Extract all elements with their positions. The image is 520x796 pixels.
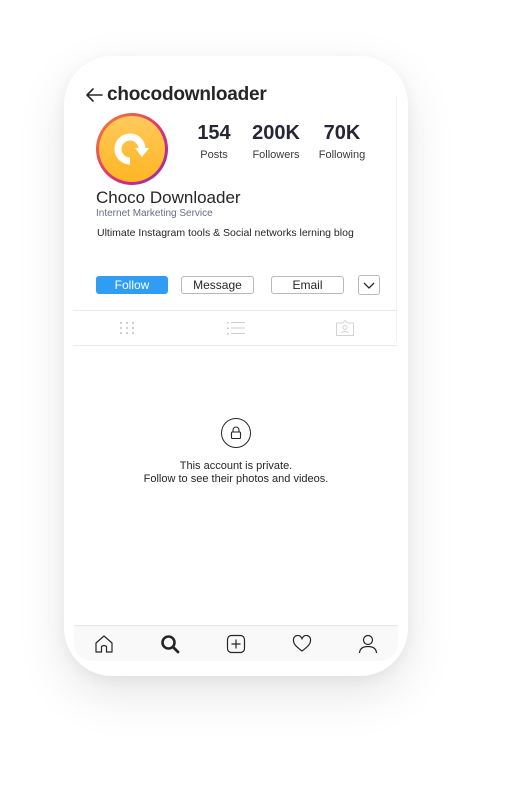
stat-posts[interactable]: 154 Posts — [182, 121, 246, 161]
chevron-down-icon — [363, 282, 375, 289]
profile-bio: Ultimate Instagram tools & Social networ… — [97, 227, 354, 239]
screen-edge — [396, 96, 397, 341]
tab-list[interactable] — [226, 319, 246, 337]
phone-frame: chocodownloader 154 Posts 200K Followers… — [64, 56, 408, 676]
search-icon — [161, 635, 180, 654]
list-icon — [227, 322, 245, 335]
following-count: 70K — [323, 122, 361, 144]
email-button[interactable]: Email — [271, 276, 344, 294]
following-label: Following — [318, 149, 366, 161]
profile-category: Internet Marketing Service — [96, 208, 213, 219]
message-button[interactable]: Message — [181, 276, 254, 294]
stat-following[interactable]: 70K Following — [312, 121, 372, 161]
refresh-arrow-icon — [114, 133, 149, 165]
profile-tabs — [73, 311, 398, 345]
nav-profile[interactable] — [357, 633, 379, 655]
username-title: chocodownloader — [107, 84, 267, 105]
tab-grid[interactable] — [117, 319, 137, 337]
divider-bottom — [73, 345, 398, 346]
follow-button[interactable]: Follow — [96, 276, 168, 294]
tagged-icon — [336, 319, 354, 336]
heart-icon — [292, 635, 312, 652]
profile-header: chocodownloader — [84, 82, 267, 108]
home-icon — [95, 635, 113, 653]
more-options-button[interactable] — [358, 275, 380, 295]
tab-tagged[interactable] — [335, 319, 355, 337]
arrow-left-icon[interactable] — [84, 87, 104, 103]
avatar[interactable] — [96, 113, 168, 185]
stat-followers[interactable]: 200K Followers — [246, 121, 306, 161]
lock-icon — [230, 426, 242, 440]
nav-activity[interactable] — [291, 633, 313, 655]
private-subtitle: Follow to see their photos and videos. — [143, 473, 329, 485]
lock-badge — [221, 418, 251, 448]
profile-stats: 154 Posts 200K Followers 70K Following — [182, 121, 372, 161]
followers-count: 200K — [252, 122, 300, 144]
nav-search[interactable] — [159, 633, 181, 655]
bottom-navigation — [74, 625, 398, 661]
nav-home[interactable] — [93, 633, 115, 655]
followers-label: Followers — [252, 149, 300, 161]
private-title: This account is private. — [179, 460, 293, 472]
posts-label: Posts — [200, 149, 228, 161]
add-post-icon — [226, 634, 246, 654]
display-name: Choco Downloader — [96, 188, 241, 207]
nav-add-post[interactable] — [225, 633, 247, 655]
grid-icon — [120, 322, 134, 334]
posts-count: 154 — [197, 122, 231, 144]
profile-icon — [358, 634, 378, 654]
private-account-notice: This account is private. Follow to see t… — [64, 418, 408, 486]
